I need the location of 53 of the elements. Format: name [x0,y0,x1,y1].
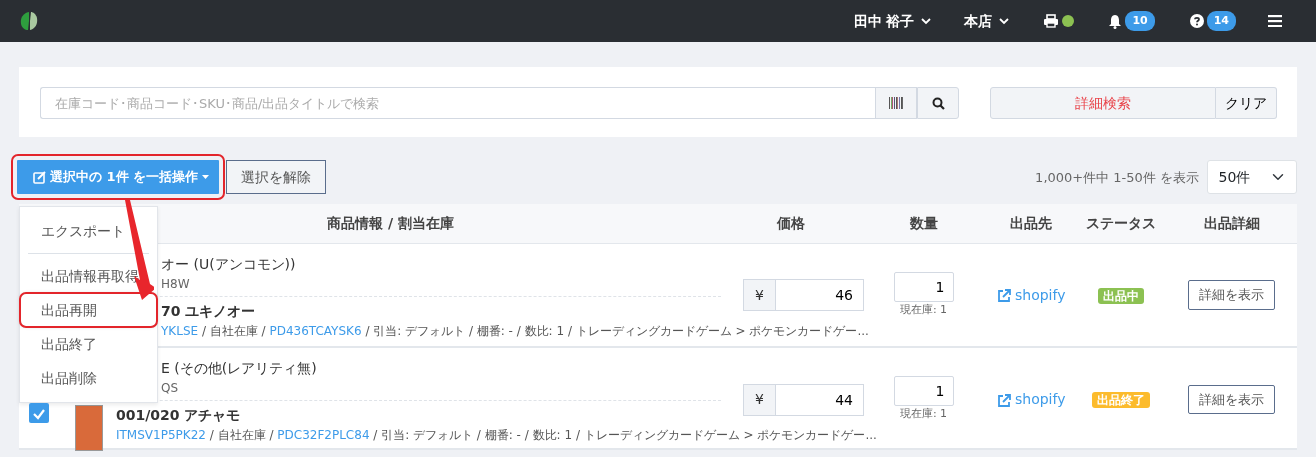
view-details-button[interactable]: 詳細を表示 [1188,384,1275,415]
product-details: YKLSE / 自社在庫 / PD436TCAYSK6 / 引当: デフォルト / 棚番: - / 数比: 1 / トレーディングカードゲーム > ポケモンカードゲー... [161,323,869,340]
row-checkbox[interactable] [29,403,49,423]
menu-item[interactable]: 出品削除 [21,362,156,394]
external-link-icon [996,393,1011,407]
menu-item[interactable]: 出品終了 [21,328,156,360]
external-link-icon [996,289,1011,302]
search-field[interactable]: 在庫コード･商品コード･SKU･商品/出品タイトルで検索 [40,87,876,119]
column-header: 数量 [909,215,938,231]
barcode-icon [889,97,904,109]
search-button[interactable] [917,87,960,119]
search-icon [931,96,945,110]
stock-count: 現在庫: 1 [899,301,948,318]
menu-item[interactable]: エクスポート [21,215,156,247]
caret-icon [202,175,210,179]
column-header: 出品詳細 [1203,215,1260,231]
menu-item[interactable]: 出品情報再取得 [21,260,156,292]
menu-icon[interactable] [1268,15,1282,27]
product-name: 001/020 アチャモ [116,406,242,425]
listing-code: QS [161,380,180,397]
edit-icon [33,170,46,184]
quantity-field[interactable]: 1 [893,376,954,407]
column-header: 出品先 [1010,215,1052,231]
user-menu[interactable]: 田中 裕子 [853,10,932,32]
deselect-button[interactable]: 選択を解除 [226,160,327,194]
help-count: 14 [1206,10,1236,32]
quantity-field[interactable]: 1 [893,271,954,302]
per-page-select[interactable]: 50件 [1207,160,1297,194]
column-header: ステータス [1086,215,1156,231]
result-count: 1,000+件中 1-50件 を表示 [1035,169,1199,188]
product-name: 70 ユキノオー [161,302,257,321]
help-icon[interactable] [1189,14,1204,28]
clear-button[interactable]: クリア [1216,87,1277,119]
status-badge: 出品中 [1098,287,1144,304]
status-badge: 出品終了 [1092,392,1150,408]
listing-title: オー (U(アンコモン)) [161,255,297,274]
product-details: ITMSV1P5PK22 / 自社在庫 / PDC32F2PLC84 / 引当: デフォルト / 棚番: - / 数比: 1 / トレーディングカードゲーム > ポケモンカードゲー... [116,427,877,444]
barcode-button[interactable] [875,87,918,119]
column-header: 価格 [777,215,805,231]
notification-count: 10 [1125,10,1155,32]
advanced-search-button[interactable]: 詳細検索 [990,87,1217,119]
bell-icon[interactable] [1108,13,1123,29]
printer-icon[interactable] [1043,14,1060,28]
menu-item[interactable]: 出品再開 [21,294,156,326]
column-header: 商品情報 / 割当在庫 [327,215,454,231]
caret-icon [999,17,1010,25]
listing-title: E (その他(レアリティ無) [161,359,318,378]
listing-code: H8W [161,276,191,293]
stock-count: 現在庫: 1 [899,406,948,423]
store-menu[interactable]: 本店 [964,10,1010,32]
caret-icon [921,17,932,25]
view-details-button[interactable]: 詳細を表示 [1188,280,1275,310]
logo-icon [20,11,38,31]
